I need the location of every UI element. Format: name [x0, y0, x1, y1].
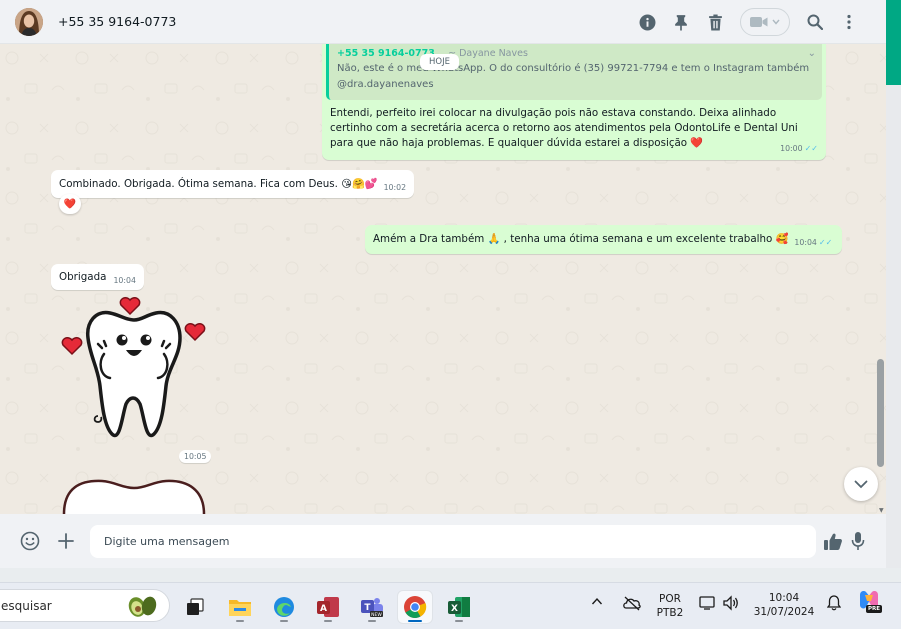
read-ticks-icon: ✓✓: [804, 144, 818, 153]
attach-plus-icon[interactable]: [48, 523, 84, 559]
trash-icon[interactable]: [698, 5, 732, 39]
edge-icon: [274, 597, 294, 617]
reaction-heart-icon: ❤️: [63, 198, 77, 210]
avocado-icon: [128, 596, 157, 617]
scrollbar-arrow-down-icon[interactable]: ▼: [879, 507, 884, 514]
incoming-message[interactable]: Combinado. Obrigada. Ótima semana. Fica …: [51, 170, 415, 198]
message-meta: 10:00 ✓✓: [780, 141, 818, 156]
window-side-strip: [886, 85, 901, 568]
message-time: 10:02: [383, 182, 407, 192]
copilot-preview-badge: PRE: [866, 605, 883, 613]
contact-avatar[interactable]: [15, 7, 43, 36]
tray-show-hidden-icon[interactable]: [591, 595, 603, 609]
svg-text:A: A: [320, 604, 327, 614]
chrome-icon: [404, 596, 427, 618]
svg-text:NEW: NEW: [371, 612, 382, 618]
scroll-to-bottom-button[interactable]: [844, 467, 878, 501]
menu-icon[interactable]: [832, 5, 866, 39]
quoted-text: Não, este é o meu WhatsApp. O do consult…: [337, 63, 810, 90]
video-call-icon: [750, 17, 768, 27]
incoming-message[interactable]: Obrigada 10:04: [51, 264, 144, 290]
taskbar-access[interactable]: A: [311, 591, 345, 623]
taskbar-search-text: esquisar: [1, 599, 52, 613]
language-code: POR: [659, 593, 681, 605]
taskbar-excel[interactable]: X: [442, 591, 476, 623]
notification-bell-icon[interactable]: [826, 595, 842, 614]
outgoing-message[interactable]: Amém a Dra também 🙏 , tenha uma ótima se…: [365, 225, 843, 254]
video-call-button[interactable]: [740, 8, 790, 36]
window-accent-bar: [886, 0, 901, 85]
chat-area: +55 35 9164-0773 ~ Dayane Naves Não, est…: [0, 44, 886, 514]
taskbar-file-explorer[interactable]: [223, 591, 257, 623]
next-sticker-partial: [62, 479, 206, 514]
svg-text:X: X: [451, 604, 458, 614]
info-icon[interactable]: [630, 5, 664, 39]
clock-date: 31/07/2024: [753, 606, 815, 618]
chevron-down-icon: [854, 480, 868, 488]
pin-icon[interactable]: [664, 5, 698, 39]
message-text: Combinado. Obrigada. Ótima semana. Fica …: [59, 177, 378, 190]
outgoing-message[interactable]: +55 35 9164-0773 ~ Dayane Naves Não, est…: [322, 44, 826, 160]
excel-icon: X: [448, 597, 470, 617]
teams-icon: TNEW: [361, 598, 383, 618]
quoted-message[interactable]: +55 35 9164-0773 ~ Dayane Naves Não, est…: [326, 44, 822, 100]
search-icon[interactable]: [798, 5, 832, 39]
input-language-indicator[interactable]: POR PTB2: [652, 592, 688, 620]
task-view-icon: [187, 598, 204, 615]
chevron-down-icon: [772, 19, 780, 25]
message-time: 10:04: [113, 275, 136, 285]
message-time: 10:00: [780, 144, 803, 153]
keyboard-layout: PTB2: [656, 607, 684, 619]
message-text: Entendi, perfeito irei colocar na divulg…: [330, 107, 798, 149]
message-time: 10:05: [179, 450, 212, 463]
windows-taskbar: esquisar A T NEW X POR PTB2 10:04 31/07/…: [0, 582, 901, 629]
message-input[interactable]: [90, 525, 816, 558]
volume-icon[interactable]: [722, 595, 740, 614]
taskbar-search-box[interactable]: esquisar: [0, 589, 170, 622]
happy-tooth-sticker[interactable]: [58, 296, 208, 451]
microphone-icon[interactable]: [840, 523, 876, 559]
taskbar-task-view[interactable]: [178, 591, 212, 623]
chat-scrollbar-thumb[interactable]: [877, 359, 884, 467]
network-icon[interactable]: [698, 595, 716, 614]
date-chip: HOJE: [420, 54, 459, 70]
copilot-button[interactable]: PRE: [857, 589, 883, 617]
access-icon: A: [317, 597, 339, 617]
message-time: 10:04: [794, 238, 817, 247]
chat-header: +55 35 9164-0773: [0, 0, 886, 44]
taskbar-teams[interactable]: T NEW: [355, 591, 389, 623]
message-reaction[interactable]: ❤️: [59, 194, 81, 214]
read-ticks-icon: ✓✓: [818, 238, 833, 247]
clock-time: 10:04: [768, 592, 800, 604]
quoted-author: ~ Dayane Naves: [448, 48, 528, 59]
message-text: Amém a Dra também 🙏 , tenha uma ótima se…: [373, 233, 789, 245]
message-composer: [0, 514, 886, 568]
taskbar-chrome[interactable]: [398, 591, 432, 623]
folder-icon: [229, 600, 251, 616]
clock[interactable]: 10:04 31/07/2024: [752, 591, 816, 619]
contact-name[interactable]: +55 35 9164-0773: [58, 14, 176, 29]
taskbar-edge[interactable]: [267, 591, 301, 623]
message-text: Obrigada: [59, 270, 107, 283]
emoji-icon[interactable]: [12, 523, 48, 559]
onedrive-offline-icon[interactable]: [622, 595, 642, 614]
chevron-down-icon[interactable]: ⌄: [808, 46, 816, 61]
